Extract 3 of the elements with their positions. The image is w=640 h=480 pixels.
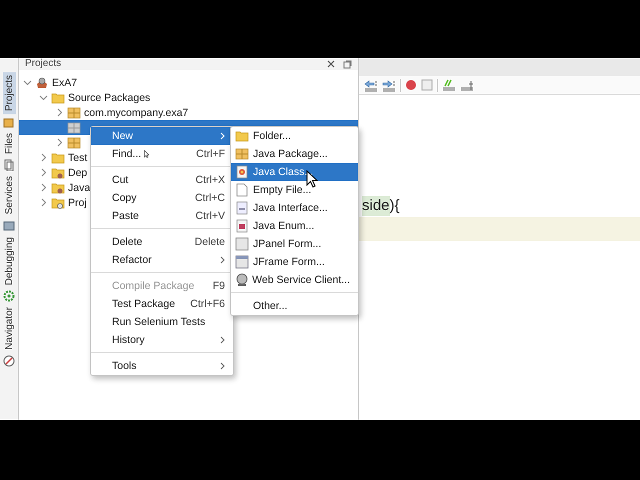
code-text: ){: [390, 196, 400, 216]
code-text: side: [362, 196, 390, 216]
panel-title: Projects: [25, 59, 62, 69]
